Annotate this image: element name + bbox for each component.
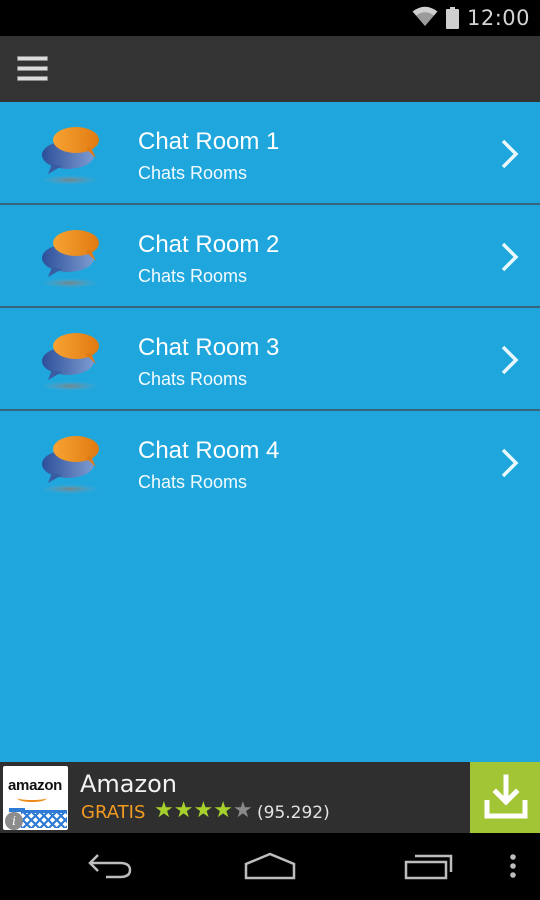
star-filled-icon: ★ — [154, 798, 174, 823]
chat-room-subtitle: Chats Rooms — [138, 163, 248, 183]
star-rating: ★ ★ ★ ★ ★ — [154, 800, 253, 822]
rating-count: (95.292) — [257, 803, 330, 823]
download-icon — [484, 774, 528, 819]
chat-bubbles-icon — [38, 431, 104, 495]
chat-room-title: Chat Room 1 — [138, 128, 280, 155]
shopping-cart-icon — [21, 810, 67, 828]
chevron-right-icon — [500, 447, 520, 479]
battery-icon — [445, 7, 459, 29]
star-filled-icon: ★ — [193, 798, 214, 823]
chat-room-row[interactable]: Chat Room 1 Chats Rooms — [0, 102, 540, 205]
star-filled-icon: ★ — [213, 798, 233, 823]
chat-room-subtitle: Chats Rooms — [138, 369, 248, 389]
chat-bubbles-icon — [38, 225, 104, 289]
chat-room-title: Chat Room 2 — [138, 231, 280, 258]
navigation-bar — [0, 833, 540, 900]
amazon-smile-icon — [17, 794, 47, 802]
status-icons: 12:00 — [412, 0, 530, 36]
chat-room-subtitle: Chats Rooms — [138, 472, 248, 492]
chat-room-subtitle: Chats Rooms — [138, 266, 248, 286]
info-icon[interactable]: i — [5, 812, 23, 830]
ad-banner[interactable]: amazon i Amazon GRATIS ★ ★ ★ ★ ★ (95.292) — [0, 762, 540, 833]
home-icon[interactable] — [236, 833, 304, 900]
action-bar — [0, 36, 540, 102]
chat-room-row[interactable]: Chat Room 3 Chats Rooms — [0, 308, 540, 411]
overflow-menu-icon[interactable] — [498, 833, 528, 900]
chat-bubbles-icon — [38, 122, 104, 186]
back-icon[interactable] — [78, 833, 144, 900]
chevron-right-icon — [500, 138, 520, 170]
hamburger-menu-icon[interactable] — [14, 53, 52, 85]
chat-room-list: Chat Room 1 Chats Rooms Chat Room 2 Chat… — [0, 102, 540, 762]
wifi-icon — [412, 5, 438, 31]
amazon-logo[interactable]: amazon i — [3, 766, 68, 830]
chat-bubbles-icon — [38, 328, 104, 392]
ad-title: Amazon — [80, 770, 177, 798]
install-button[interactable] — [470, 762, 540, 833]
ad-price: GRATIS — [81, 802, 146, 823]
star-filled-icon: ★ — [173, 798, 194, 823]
amazon-logo-text: amazon — [8, 777, 63, 794]
status-time: 12:00 — [466, 6, 530, 30]
chat-room-title: Chat Room 4 — [138, 437, 280, 464]
chevron-right-icon — [500, 241, 520, 273]
recent-apps-icon[interactable] — [396, 833, 462, 900]
star-empty-icon: ★ — [232, 798, 253, 823]
chevron-right-icon — [500, 344, 520, 376]
chat-room-row[interactable]: Chat Room 4 Chats Rooms — [0, 411, 540, 514]
chat-room-row[interactable]: Chat Room 2 Chats Rooms — [0, 205, 540, 308]
chat-room-title: Chat Room 3 — [138, 334, 280, 361]
status-bar: 12:00 — [0, 0, 540, 36]
